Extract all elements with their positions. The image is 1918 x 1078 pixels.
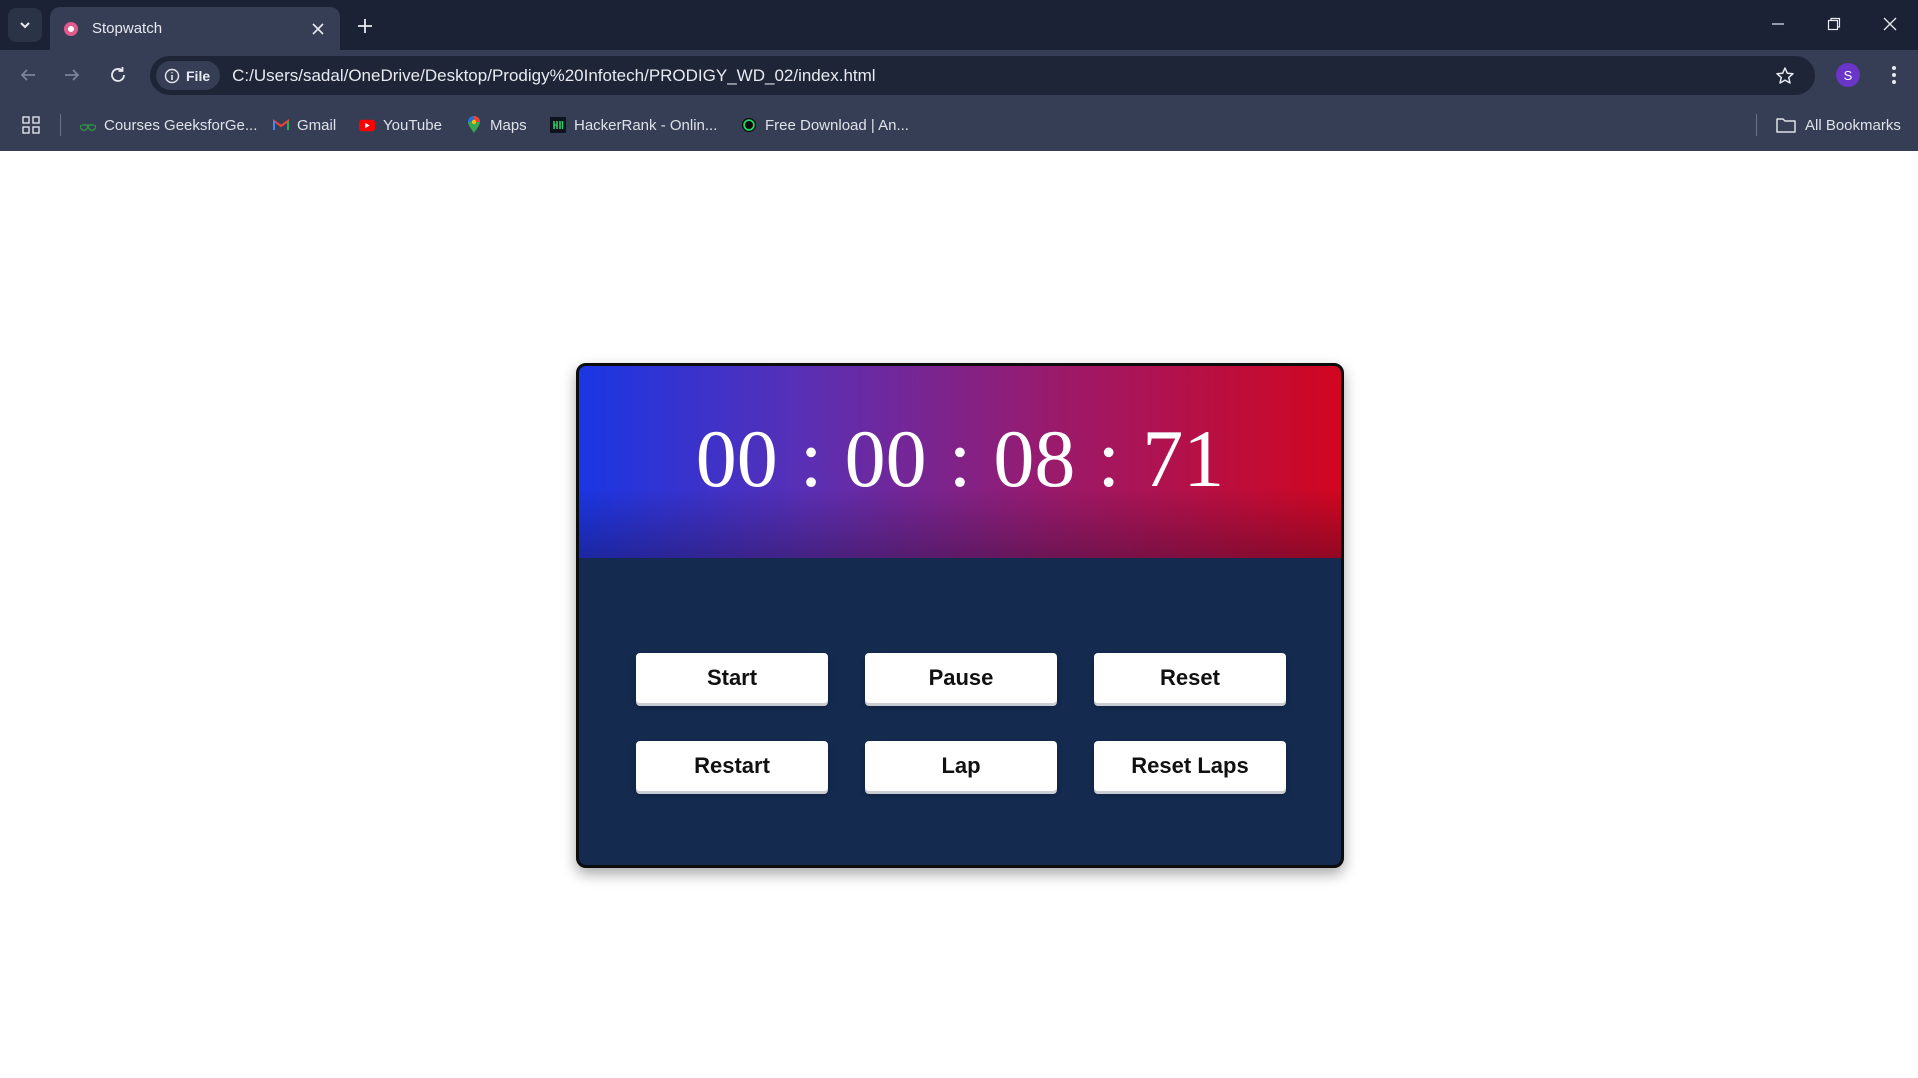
hackerrank-icon — [550, 117, 566, 133]
minutes-value: 00 — [844, 413, 927, 504]
bookmark-label: HackerRank - Onlin... — [574, 116, 718, 134]
bookmarks-divider — [60, 114, 61, 136]
minimize-button[interactable] — [1750, 0, 1806, 48]
arrow-right-icon — [65, 69, 80, 81]
plus-icon — [358, 19, 372, 33]
restore-icon — [1827, 17, 1841, 31]
time-separator: : — [948, 413, 972, 504]
bookmark-label: YouTube — [383, 116, 442, 134]
address-bar[interactable]: File C:/Users/sadal/OneDrive/Desktop/Pro… — [150, 56, 1815, 95]
centiseconds-value: 71 — [1142, 413, 1225, 504]
page-content: 00 : 00 : 08 : 71 Start Pause Reset Rest… — [0, 151, 1918, 1078]
bookmark-gmail[interactable]: Gmail — [273, 112, 336, 138]
bookmark-label: Maps — [490, 116, 527, 134]
lap-button[interactable]: Lap — [865, 741, 1057, 791]
browser-tab[interactable]: Stopwatch — [50, 7, 340, 50]
apps-grid-icon — [22, 116, 40, 134]
browser-titlebar: Stopwatch — [0, 0, 1918, 50]
start-button[interactable]: Start — [636, 653, 828, 703]
maps-icon — [466, 116, 482, 133]
gmail-icon — [273, 117, 289, 133]
url-text[interactable]: C:/Users/sadal/OneDrive/Desktop/Prodigy%… — [232, 66, 1767, 86]
site-chip-label: File — [186, 67, 211, 84]
seconds-value: 08 — [993, 413, 1076, 504]
bookmark-youtube[interactable]: YouTube — [359, 112, 442, 138]
bookmark-geeksforgeeks[interactable]: Courses GeeksforGe... — [80, 112, 257, 138]
profile-avatar[interactable]: S — [1836, 63, 1860, 87]
restore-button[interactable] — [1806, 0, 1862, 48]
apps-button[interactable] — [20, 114, 42, 136]
star-icon — [1776, 66, 1794, 84]
reset-button[interactable]: Reset — [1094, 653, 1286, 703]
all-bookmarks-label: All Bookmarks — [1805, 116, 1901, 134]
youtube-icon — [359, 117, 375, 133]
download-site-icon — [741, 117, 757, 133]
browser-toolbar: File C:/Users/sadal/OneDrive/Desktop/Pro… — [0, 50, 1918, 100]
geeksforgeeks-icon — [80, 117, 96, 133]
bookmarks-bar: Courses GeeksforGe... Gmail YouTube Maps… — [0, 100, 1918, 152]
folder-icon — [1776, 118, 1796, 133]
close-icon — [312, 22, 324, 35]
browser-menu-button[interactable] — [1880, 60, 1908, 90]
bookmark-star-button[interactable] — [1767, 58, 1803, 94]
close-icon — [1883, 17, 1897, 31]
restart-button[interactable]: Restart — [636, 741, 828, 791]
bookmark-hackerrank[interactable]: HackerRank - Onlin... — [550, 112, 717, 138]
bookmark-label: Gmail — [297, 116, 337, 134]
bookmark-free-download[interactable]: Free Download | An... — [741, 112, 909, 138]
time-display-panel: 00 : 00 : 08 : 71 — [579, 366, 1341, 558]
reload-button[interactable] — [102, 59, 134, 91]
reload-icon — [111, 67, 125, 82]
bookmark-maps[interactable]: Maps — [466, 112, 527, 138]
back-button[interactable] — [12, 59, 44, 91]
bookmark-label: Free Download | An... — [765, 116, 909, 134]
minimize-icon — [1772, 23, 1784, 25]
info-icon — [164, 68, 180, 83]
tab-close-button[interactable] — [306, 17, 330, 41]
window-close-button[interactable] — [1862, 0, 1918, 48]
stopwatch-favicon-icon — [64, 21, 78, 36]
time-display: 00 : 00 : 08 : 71 — [579, 418, 1341, 500]
forward-button[interactable] — [56, 59, 88, 91]
time-separator: : — [799, 413, 823, 504]
new-tab-button[interactable] — [350, 11, 380, 41]
all-bookmarks-button[interactable]: All Bookmarks — [1776, 112, 1901, 138]
time-separator: : — [1097, 413, 1121, 504]
reset-laps-button[interactable]: Reset Laps — [1094, 741, 1286, 791]
arrow-left-icon — [20, 69, 35, 81]
more-vertical-icon — [1892, 66, 1896, 84]
stopwatch-card: 00 : 00 : 08 : 71 Start Pause Reset Rest… — [576, 363, 1344, 868]
bookmark-label: Courses GeeksforGe... — [104, 116, 258, 134]
pause-button[interactable]: Pause — [865, 653, 1057, 703]
site-info-chip[interactable]: File — [156, 61, 221, 90]
hours-value: 00 — [695, 413, 778, 504]
chevron-down-icon — [20, 22, 30, 29]
bookmarks-divider — [1756, 114, 1757, 136]
tab-search-button[interactable] — [8, 8, 42, 42]
tab-title: Stopwatch — [92, 20, 163, 37]
